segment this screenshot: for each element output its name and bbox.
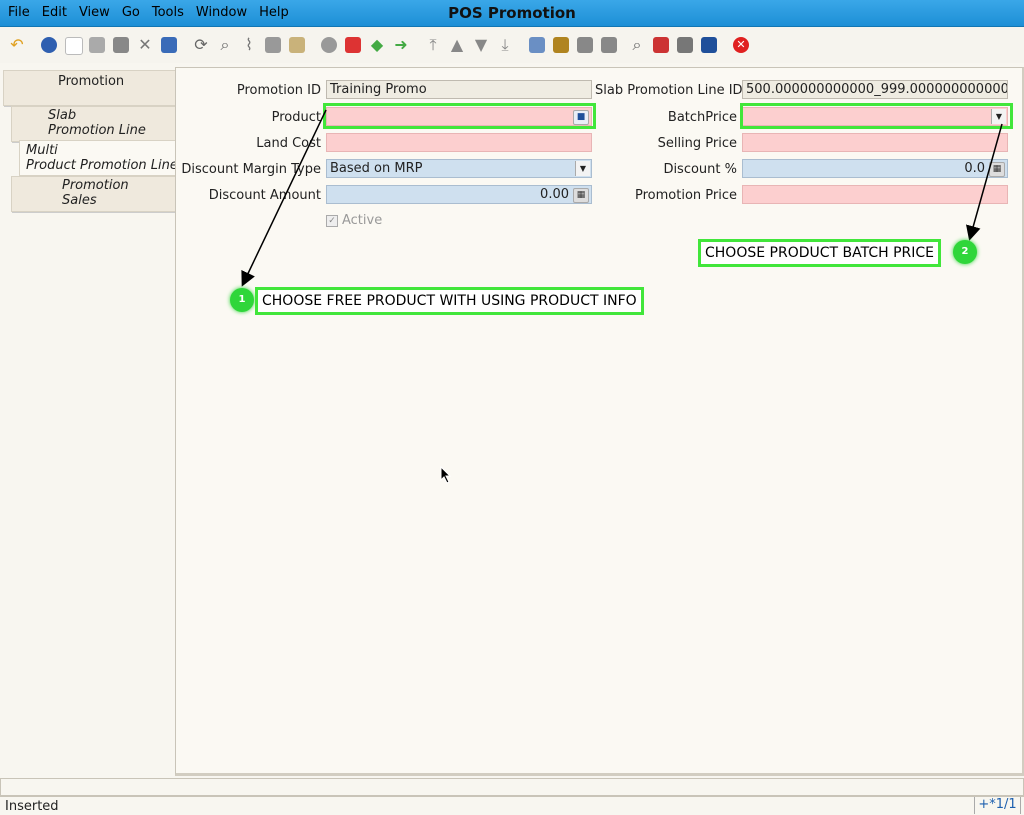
window-title: POS Promotion: [448, 4, 576, 22]
promotion-price-label: Promotion Price: [635, 188, 737, 203]
refresh-icon[interactable]: ⟳: [193, 37, 209, 53]
product-field[interactable]: ■: [326, 107, 592, 126]
toolbar: ↶ ✕ ⟳ ⌕ ⌇ ◆ ➜ ⤒ ▲ ▼ ⤓ ⌕ ✕: [0, 27, 1024, 63]
print-icon[interactable]: [601, 37, 617, 53]
home-icon[interactable]: [345, 37, 361, 53]
record-navigator[interactable]: +*1/1: [974, 797, 1021, 814]
grid-toggle-icon[interactable]: [289, 37, 305, 53]
discount-amount-value: 0.00: [540, 187, 569, 202]
tab-label: Promotion: [58, 74, 125, 89]
mouse-cursor-icon: [440, 466, 452, 484]
tab-multi-product-promotion-line[interactable]: Multi Product Promotion Line: [19, 140, 178, 176]
last-record-icon[interactable]: ⤓: [497, 37, 513, 53]
workflow-icon[interactable]: [653, 37, 669, 53]
callout-2: CHOOSE PRODUCT BATCH PRICE: [698, 239, 942, 267]
promotion-id-label: Promotion ID: [236, 83, 321, 98]
active-checkbox-row: ✓ Active: [326, 213, 382, 228]
find-icon[interactable]: ⌕: [217, 37, 233, 53]
active-checkbox[interactable]: ✓: [326, 214, 338, 227]
tab-label: Product Promotion Line: [26, 158, 178, 173]
discount-percent-value: 0.0: [964, 161, 985, 176]
selling-price-field[interactable]: [742, 133, 1008, 152]
discount-percent-field[interactable]: 0.0 ▦: [742, 159, 1008, 178]
detail-record-icon[interactable]: ➜: [393, 37, 409, 53]
new-record-icon[interactable]: [65, 37, 83, 55]
tab-promotion-sales[interactable]: Promotion Sales: [11, 176, 176, 212]
title-bar: File Edit View Go Tools Window Help POS …: [0, 0, 1024, 27]
request-icon[interactable]: [677, 37, 693, 53]
delete-record-icon[interactable]: [113, 37, 129, 53]
badge-1: 1: [230, 288, 254, 312]
calculator-icon[interactable]: ▦: [989, 162, 1005, 177]
parent-record-icon[interactable]: ◆: [369, 37, 385, 53]
product-label: Product: [271, 110, 321, 125]
land-cost-label: Land Cost: [256, 136, 321, 151]
status-text: Inserted: [5, 799, 59, 814]
batch-price-select[interactable]: ▼: [742, 107, 1008, 126]
archive-icon[interactable]: [553, 37, 569, 53]
discount-margin-type-label: Discount Margin Type: [181, 162, 321, 177]
discount-percent-label: Discount %: [663, 162, 737, 177]
history-icon[interactable]: [321, 37, 337, 53]
next-record-icon[interactable]: ▼: [473, 37, 489, 53]
slab-promotion-line-id-field[interactable]: 500.000000000000_999.000000000000: [742, 80, 1008, 99]
discount-amount-label: Discount Amount: [208, 188, 321, 203]
chat-icon[interactable]: [265, 37, 281, 53]
selling-price-label: Selling Price: [657, 136, 737, 151]
product-info-icon[interactable]: [701, 37, 717, 53]
tab-label: Sales: [62, 193, 97, 208]
delete-selection-icon[interactable]: ✕: [137, 37, 153, 53]
tab-promotion[interactable]: Promotion: [3, 70, 176, 106]
status-bar: Inserted +*1/1: [0, 796, 1024, 815]
attachment-icon[interactable]: ⌇: [241, 37, 257, 53]
chevron-down-icon[interactable]: ▼: [991, 109, 1006, 124]
chevron-down-icon[interactable]: ▼: [575, 161, 590, 176]
discount-margin-type-value: Based on MRP: [330, 161, 423, 176]
promotion-id-field[interactable]: Training Promo: [326, 80, 592, 99]
callout-1: CHOOSE FREE PRODUCT WITH USING PRODUCT I…: [255, 287, 644, 315]
tab-label: Promotion: [62, 178, 129, 193]
promotion-price-field[interactable]: [742, 185, 1008, 204]
batch-price-label: BatchPrice: [667, 110, 737, 125]
badge-2: 2: [953, 240, 977, 264]
tab-slab-promotion-line[interactable]: Slab Promotion Line: [11, 106, 176, 142]
copy-record-icon[interactable]: [89, 37, 105, 53]
discount-margin-type-select[interactable]: Based on MRP ▼: [326, 159, 592, 178]
undo-icon[interactable]: ↶: [9, 37, 25, 53]
discount-amount-field[interactable]: 0.00 ▦: [326, 185, 592, 204]
tab-label: Multi: [26, 143, 58, 158]
tab-label: Slab: [48, 108, 77, 123]
save-icon[interactable]: [161, 37, 177, 53]
print-preview-icon[interactable]: [577, 37, 593, 53]
first-record-icon[interactable]: ⤒: [425, 37, 441, 53]
active-label: Active: [342, 213, 383, 228]
report-icon[interactable]: [529, 37, 545, 53]
close-window-icon[interactable]: ✕: [733, 37, 749, 53]
product-lookup-icon[interactable]: ■: [573, 110, 589, 125]
previous-record-icon[interactable]: ▲: [449, 37, 465, 53]
land-cost-field[interactable]: [326, 133, 592, 152]
tab-label: Promotion Line: [48, 123, 146, 138]
status-message-area: [0, 778, 1024, 796]
help-icon[interactable]: [41, 37, 57, 53]
slab-promotion-line-id-label: Slab Promotion Line ID: [595, 83, 743, 98]
calculator-icon[interactable]: ▦: [573, 188, 589, 203]
zoom-across-icon[interactable]: ⌕: [629, 37, 645, 53]
